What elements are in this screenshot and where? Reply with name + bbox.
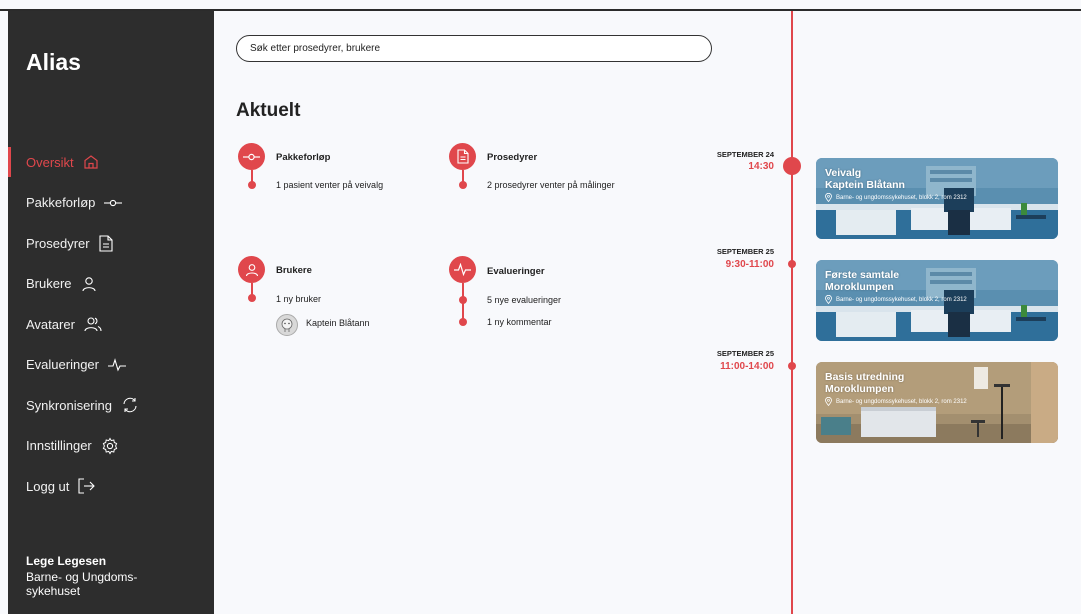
card-title: Pakkeforløp xyxy=(276,152,331,163)
event-title: Veivalg Kaptein Blåtann xyxy=(825,167,905,191)
event-location: Barne- og ungdomssykehuset, blokk 2, rom… xyxy=(825,193,967,202)
pulse-icon xyxy=(449,256,476,283)
event-date: SEPTEMBER 25 xyxy=(716,247,774,256)
logout-icon xyxy=(78,478,96,494)
event-location: Barne- og ungdomssykehuset, blokk 2, rom… xyxy=(825,397,967,406)
sidebar-item-innstillinger[interactable]: Innstillinger xyxy=(8,426,214,467)
sidebar-item-prosedyrer[interactable]: Prosedyrer xyxy=(8,223,214,264)
bullet-dot xyxy=(248,181,256,189)
event-title-line: Veivalg xyxy=(825,167,862,179)
sidebar-item-oversikt[interactable]: Oversikt xyxy=(8,142,214,183)
event-location-text: Barne- og ungdomssykehuset, blokk 2, rom… xyxy=(836,398,967,405)
bullet-dot xyxy=(459,318,467,326)
document-icon xyxy=(449,143,476,170)
sync-icon xyxy=(121,397,139,413)
event-title-line: Basis utredning xyxy=(825,371,905,383)
process-icon xyxy=(238,143,265,170)
card-title: Prosedyrer xyxy=(487,152,538,163)
event-card[interactable]: Første samtale Moroklumpen Barne- og ung… xyxy=(816,260,1058,341)
bullet-dot xyxy=(459,181,467,189)
sidebar-item-brukere[interactable]: Brukere xyxy=(8,264,214,305)
process-icon xyxy=(104,198,123,208)
timeline-line xyxy=(791,11,793,614)
card-line: 1 ny kommentar xyxy=(487,317,552,327)
timeline-marker xyxy=(788,260,796,268)
event-time: 9:30-11:00 xyxy=(725,259,774,270)
user-organization: Barne- og Ungdoms-sykehuset xyxy=(26,570,138,598)
current-user: Lege Legesen Barne- og Ungdoms-sykehuset xyxy=(26,554,156,598)
sidebar-item-label: Avatarer xyxy=(26,316,75,332)
avatar xyxy=(276,314,298,336)
event-title-line: Moroklumpen xyxy=(825,383,894,395)
bullet-dot xyxy=(459,296,467,304)
event-time: 11:00-14:00 xyxy=(720,361,774,372)
event-location-text: Barne- og ungdomssykehuset, blokk 2, rom… xyxy=(836,296,967,303)
gear-icon xyxy=(101,437,119,455)
timeline-marker xyxy=(788,362,796,370)
home-icon xyxy=(83,154,99,170)
sidebar-item-label: Prosedyrer xyxy=(26,235,90,251)
event-title-line: Kaptein Blåtann xyxy=(825,179,905,191)
sidebar-item-logg-ut[interactable]: Logg ut xyxy=(8,466,214,507)
summary-card-evalueringer[interactable]: Evalueringer 5 nye evalueringer 1 ny kom… xyxy=(449,256,649,331)
card-title: Evalueringer xyxy=(487,266,545,277)
event-title: Første samtale Moroklumpen xyxy=(825,269,899,293)
sidebar-item-label: Brukere xyxy=(26,276,72,292)
location-pin-icon xyxy=(825,193,832,202)
sidebar-item-label: Synkronisering xyxy=(26,397,112,413)
document-icon xyxy=(99,235,113,252)
sidebar-item-label: Innstillinger xyxy=(26,438,92,454)
location-pin-icon xyxy=(825,397,832,406)
event-card[interactable]: Veivalg Kaptein Blåtann Barne- og ungdom… xyxy=(816,158,1058,239)
sidebar-item-pakkeforlop[interactable]: Pakkeforløp xyxy=(8,183,214,224)
event-card[interactable]: Basis utredning Moroklumpen Barne- og un… xyxy=(816,362,1058,443)
event-title-line: Moroklumpen xyxy=(825,281,894,293)
app-logo: Alias xyxy=(26,49,81,75)
summary-card-prosedyrer[interactable]: Prosedyrer 2 prosedyrer venter på måling… xyxy=(449,143,649,203)
sidebar-item-label: Evalueringer xyxy=(26,357,99,373)
event-title: Basis utredning Moroklumpen xyxy=(825,371,904,395)
event-time: 14:30 xyxy=(748,161,774,172)
event-title-line: Første samtale xyxy=(825,269,900,281)
sidebar-item-label: Logg ut xyxy=(26,478,70,494)
sidebar-item-label: Pakkeforløp xyxy=(26,195,96,211)
page-title: Aktuelt xyxy=(236,100,301,121)
avatar-name: Kaptein Blåtann xyxy=(306,318,370,328)
event-location: Barne- og ungdomssykehuset, blokk 2, rom… xyxy=(825,295,967,304)
users-icon xyxy=(84,316,102,332)
user-icon xyxy=(238,256,265,283)
user-name: Lege Legesen xyxy=(26,554,107,568)
event-date: SEPTEMBER 24 xyxy=(716,150,774,159)
sidebar-nav: Oversikt Pakkeforløp Prosedyrer Brukere … xyxy=(8,142,214,507)
card-line: 1 ny bruker xyxy=(276,294,322,304)
sidebar: Alias Oversikt Pakkeforløp Prosedyrer Br… xyxy=(8,11,214,614)
card-line: 1 pasient venter på veivalg xyxy=(276,180,384,190)
card-line: 5 nye evalueringer xyxy=(487,295,562,305)
event-date: SEPTEMBER 25 xyxy=(716,349,774,358)
search-input[interactable]: Søk etter prosedyrer, brukere xyxy=(236,35,712,62)
sidebar-item-evalueringer[interactable]: Evalueringer xyxy=(8,345,214,386)
location-pin-icon xyxy=(825,295,832,304)
card-title: Brukere xyxy=(276,265,312,276)
timeline-current-marker xyxy=(783,157,801,175)
bullet-dot xyxy=(248,294,256,302)
summary-card-brukere[interactable]: Brukere 1 ny bruker Kaptein Blåtann xyxy=(238,256,438,341)
user-icon xyxy=(81,276,97,292)
sidebar-item-label: Oversikt xyxy=(26,154,74,170)
card-line: 2 prosedyrer venter på målinger xyxy=(487,180,615,190)
event-location-text: Barne- og ungdomssykehuset, blokk 2, rom… xyxy=(836,194,967,201)
sidebar-item-synkronisering[interactable]: Synkronisering xyxy=(8,385,214,426)
pulse-icon xyxy=(108,357,126,372)
summary-card-pakkeforlop[interactable]: Pakkeforløp 1 pasient venter på veivalg xyxy=(238,143,438,203)
sidebar-item-avatarer[interactable]: Avatarer xyxy=(8,304,214,345)
